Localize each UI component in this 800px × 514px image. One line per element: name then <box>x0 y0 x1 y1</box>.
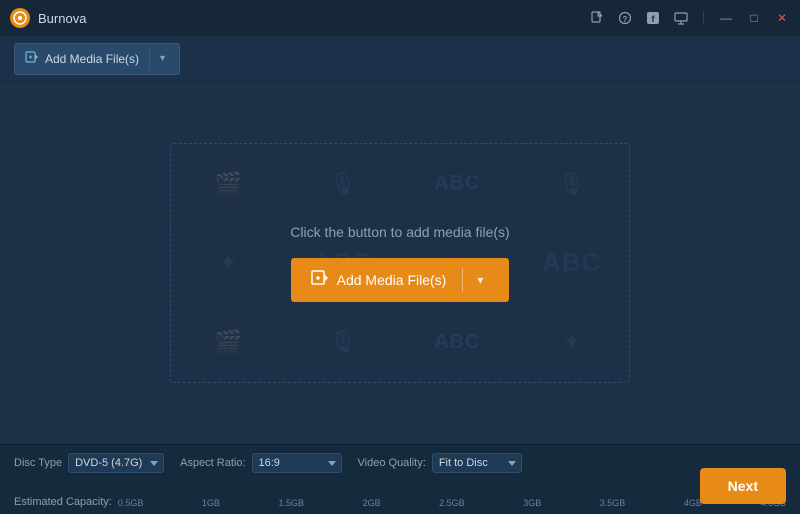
wm-star1: ✦ <box>171 223 286 302</box>
tick-2: 1.5GB <box>278 498 304 508</box>
wm-abc3: ABC <box>515 223 630 302</box>
app-icon <box>10 8 30 28</box>
next-button[interactable]: Next <box>700 468 786 504</box>
app-title: Burnova <box>38 11 86 26</box>
aspect-ratio-select[interactable]: 16:9 4:3 <box>252 453 342 473</box>
wm-star2: ✦ <box>515 303 630 382</box>
maximize-button[interactable]: □ <box>746 10 762 26</box>
capacity-ticks: 0.5GB 1GB 1.5GB 2GB 2.5GB 3GB 3.5GB 4GB … <box>118 496 786 508</box>
tick-4: 2.5GB <box>439 498 465 508</box>
main-add-arrow[interactable]: ▾ <box>471 273 489 287</box>
drop-zone-message: Click the button to add media file(s) <box>290 224 509 240</box>
wm-film2: 🎬 <box>171 303 286 382</box>
wm-mic1: 🎙 <box>286 144 401 223</box>
title-bar-left: Burnova <box>10 8 86 28</box>
main-add-icon <box>311 269 329 292</box>
wm-abc4: ABC <box>400 303 515 382</box>
toolbar-add-media-button[interactable]: Add Media File(s) ▾ <box>14 43 180 75</box>
aspect-ratio-group: Aspect Ratio: 16:9 4:3 <box>180 453 341 473</box>
wm-abc1: ABC <box>400 144 515 223</box>
wm-mic2: 🎙 <box>515 144 630 223</box>
svg-text:?: ? <box>623 15 628 24</box>
bottom-controls: Disc Type DVD-5 (4.7G) DVD-9 (8.5G) BD-2… <box>14 453 786 473</box>
disc-type-select[interactable]: DVD-5 (4.7G) DVD-9 (8.5G) BD-25 BD-50 <box>68 453 164 473</box>
tick-3: 2GB <box>363 498 381 508</box>
tick-6: 3.5GB <box>600 498 626 508</box>
main-add-media-button[interactable]: Add Media File(s) ▾ <box>291 258 510 302</box>
capacity-label: Estimated Capacity: <box>14 496 112 508</box>
tick-5: 3GB <box>523 498 541 508</box>
aspect-ratio-label: Aspect Ratio: <box>180 457 245 469</box>
capacity-bar-container: 0.5GB 1GB 1.5GB 2GB 2.5GB 3GB 3.5GB 4GB … <box>118 496 786 508</box>
add-media-icon <box>25 50 39 67</box>
main-area: 🎬 🎙 ABC 🎙 ✦ ABC ABC 🎬 🎙 ABC ✦ Click the … <box>0 82 800 444</box>
monitor-icon[interactable] <box>673 10 689 26</box>
video-quality-group: Video Quality: Fit to Disc High Medium L… <box>358 453 522 473</box>
title-bar-right: ? f — □ ✕ <box>589 10 790 26</box>
file-icon[interactable] <box>589 10 605 26</box>
toolbar-dropdown-arrow[interactable]: ▾ <box>156 53 169 64</box>
title-bar: Burnova ? f <box>0 0 800 36</box>
toolbar-dropdown-sep <box>149 49 150 69</box>
toolbar-add-media-label: Add Media File(s) <box>45 52 139 66</box>
disc-type-label: Disc Type <box>14 457 62 469</box>
help-icon[interactable]: ? <box>617 10 633 26</box>
main-add-sep <box>462 268 463 292</box>
drop-zone[interactable]: 🎬 🎙 ABC 🎙 ✦ ABC ABC 🎬 🎙 ABC ✦ Click the … <box>170 143 630 383</box>
tick-1: 1GB <box>202 498 220 508</box>
toolbar: Add Media File(s) ▾ <box>0 36 800 82</box>
wm-film: 🎬 <box>171 144 286 223</box>
minimize-button[interactable]: — <box>718 10 734 26</box>
facebook-icon[interactable]: f <box>645 10 661 26</box>
disc-type-group: Disc Type DVD-5 (4.7G) DVD-9 (8.5G) BD-2… <box>14 453 164 473</box>
close-button[interactable]: ✕ <box>774 10 790 26</box>
video-quality-select[interactable]: Fit to Disc High Medium Low <box>432 453 522 473</box>
capacity-row: Estimated Capacity: 0.5GB 1GB 1.5GB 2GB … <box>14 496 786 508</box>
main-add-media-label: Add Media File(s) <box>337 272 447 288</box>
tick-0: 0.5GB <box>118 498 144 508</box>
wm-mic3: 🎙 <box>286 303 401 382</box>
bottom-bar: Disc Type DVD-5 (4.7G) DVD-9 (8.5G) BD-2… <box>0 444 800 514</box>
video-quality-label: Video Quality: <box>358 457 426 469</box>
